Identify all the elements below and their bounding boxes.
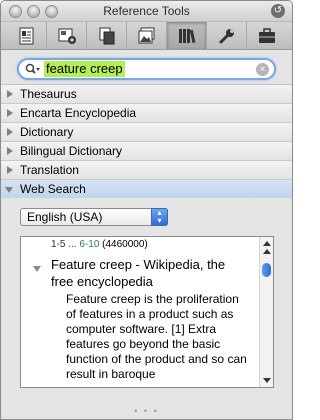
tool-pictures[interactable] [127,22,167,49]
clear-search-icon[interactable]: × [256,63,269,76]
copy-pages-icon [99,27,114,44]
library-books-icon [178,28,195,43]
section-encarta-encyclopedia[interactable]: Encarta Encyclopedia [1,104,292,123]
tool-scrapbook[interactable] [247,22,286,49]
scroll-up-arrow-icon[interactable] [263,249,271,254]
result-title-link[interactable]: Feature creep - Wikipedia, the free ency… [51,256,251,290]
search-query-text[interactable]: feature creep [44,61,125,77]
section-thesaurus[interactable]: Thesaurus [1,85,292,104]
picture-icon [138,27,154,43]
disclosure-triangle-icon [7,166,13,174]
language-select[interactable]: English (USA) ▴ ▾ [20,208,168,226]
disclosure-triangle-icon [5,187,13,193]
disclosure-triangle-icon [7,109,13,117]
dictionary-page-icon [19,27,33,44]
result-disclosure-icon[interactable] [33,266,41,272]
range-ellipsis: ... [68,239,77,250]
section-label: Bilingual Dictionary [20,144,123,158]
language-select-value: English (USA) [27,210,103,224]
refresh-icon[interactable]: ↺ [271,4,285,18]
search-area: feature creep × [1,50,292,84]
section-label: Web Search [20,182,86,196]
search-input[interactable]: feature creep × [17,58,276,80]
scroll-down-arrow-icon[interactable] [263,378,271,383]
section-label: Dictionary [20,125,74,139]
section-dictionary[interactable]: Dictionary [1,123,292,142]
title-bar: Reference Tools ↺ [1,1,292,22]
scroll-thumb[interactable] [262,263,271,277]
disclosure-triangle-icon [7,147,13,155]
results-scrollbar[interactable] [259,237,273,387]
section-label: Thesaurus [20,87,77,101]
disclosure-triangle-icon [7,90,13,98]
window-title: Reference Tools [103,4,190,18]
scroll-up-arrow-icon[interactable] [263,241,271,246]
section-web-search[interactable]: Web Search [1,180,292,199]
briefcase-icon [258,27,275,43]
next-results-link[interactable]: 6-10 [79,239,99,250]
tool-copy-pages[interactable] [87,22,127,49]
tool-reference-library[interactable] [167,22,207,49]
palette-toolbar [1,22,292,50]
section-label: Translation [20,163,79,177]
reference-tools-window: Reference Tools ↺ feature creep × Thesau… [0,0,293,420]
section-translation[interactable]: Translation [1,161,292,180]
results-range: 1-5 ... 6-10 (4460000) [51,239,148,250]
tool-compatibility[interactable] [207,22,247,49]
section-label: Encarta Encyclopedia [20,106,137,120]
disclosure-triangle-icon [7,128,13,136]
web-search-pane: English (USA) ▴ ▾ 1-5 ... 6-10 (4460000) … [1,198,292,419]
range-current: 1-5 [51,239,66,250]
web-search-results: 1-5 ... 6-10 (4460000) Feature creep - W… [20,236,274,388]
search-icon[interactable] [25,63,41,76]
reference-sections: Thesaurus Encarta Encyclopedia Dictionar… [1,84,292,199]
resize-handle-icon[interactable]: • • • [1,406,292,416]
results-total: (4460000) [102,239,148,250]
tool-add-entry[interactable] [47,22,87,49]
tool-dictionary[interactable] [7,22,47,49]
wrench-icon [219,28,234,43]
select-arrows-icon: ▴ ▾ [151,208,168,226]
section-bilingual-dictionary[interactable]: Bilingual Dictionary [1,142,292,161]
add-entry-icon [58,28,76,44]
result-snippet: Feature creep is the proliferation of fe… [66,292,247,381]
